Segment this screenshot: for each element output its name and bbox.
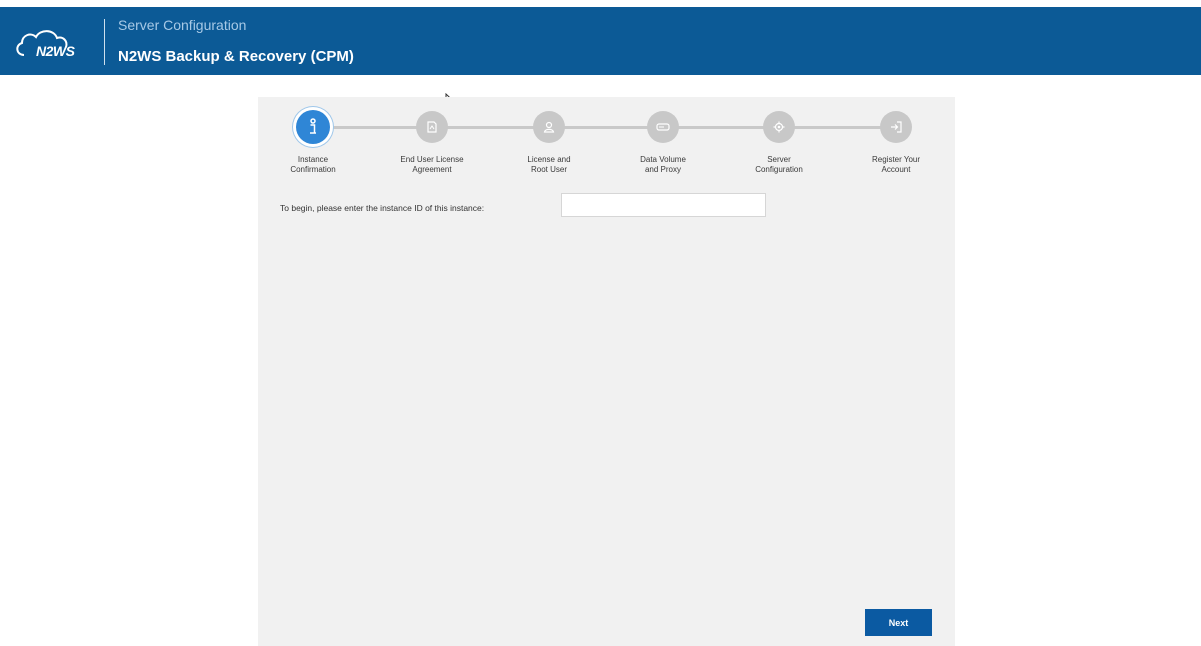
step-label-register-account: Register Your Account — [871, 155, 921, 174]
sign-in-icon — [891, 121, 902, 133]
drive-icon — [656, 123, 670, 131]
instance-id-prompt: To begin, please enter the instance ID o… — [280, 203, 485, 213]
instance-id-input[interactable] — [561, 193, 766, 217]
step-label-server-configuration: Server Configuration — [755, 155, 803, 174]
page-title: N2WS Backup & Recovery (CPM) — [118, 48, 354, 65]
page-subtitle: Server Configuration — [118, 17, 247, 33]
step-server-configuration[interactable] — [763, 111, 795, 143]
step-label-license-root-user: License and Root User — [527, 155, 571, 174]
step-label-data-volume-proxy: Data Volume and Proxy — [640, 155, 686, 174]
step-label-instance-confirmation: Instance Confirmation — [290, 155, 336, 174]
step-end-user-license[interactable] — [416, 111, 448, 143]
setup-wizard-panel: Instance Confirmation End User License A… — [258, 97, 955, 646]
gear-icon — [773, 121, 785, 133]
step-register-account[interactable] — [880, 111, 912, 143]
step-data-volume-proxy[interactable] — [647, 111, 679, 143]
next-button[interactable]: Next — [865, 609, 932, 636]
info-icon — [310, 118, 316, 134]
progress-track — [313, 126, 900, 129]
n2ws-logo: N2WS — [14, 24, 90, 60]
logo-text: N2WS — [36, 43, 75, 59]
app-header: N2WS Server Configuration N2WS Backup & … — [0, 7, 1201, 75]
step-label-end-user-license: End User License Agreement — [400, 155, 464, 174]
step-license-root-user[interactable] — [533, 111, 565, 143]
step-instance-confirmation[interactable] — [296, 110, 330, 144]
document-icon — [427, 121, 437, 133]
user-icon — [543, 121, 555, 133]
header-divider — [104, 19, 105, 65]
